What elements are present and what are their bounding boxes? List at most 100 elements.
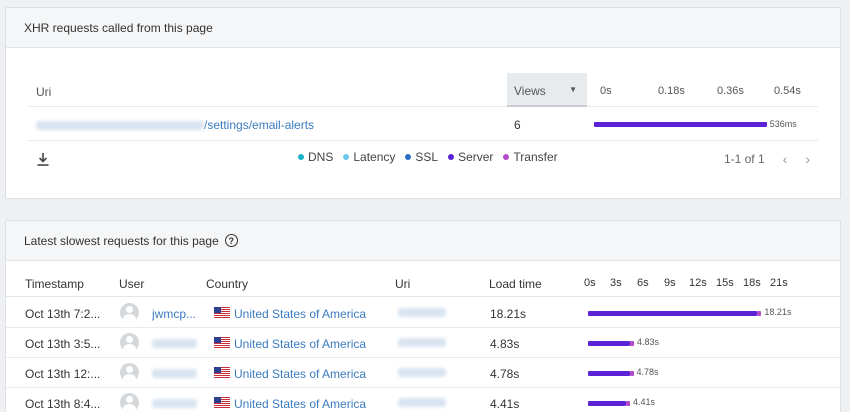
legend-label: SSL: [415, 150, 439, 164]
load-time-cell: 4.83s: [490, 337, 520, 351]
table-row[interactable]: Oct 13th 12:... United States of America 4…: [6, 358, 840, 388]
legend-item: Latency: [343, 150, 395, 164]
timestamp-cell: Oct 13th 3:5...: [25, 337, 101, 351]
axis-tick: 3s: [610, 277, 622, 289]
axis-tick: 6s: [637, 277, 649, 289]
legend-dot-icon: [448, 154, 455, 160]
redacted-user: [152, 369, 197, 378]
transfer-bar: [626, 401, 630, 406]
load-time-cell: 4.41s: [490, 397, 520, 411]
avatar: [120, 333, 139, 352]
country-link[interactable]: United States of America: [234, 367, 366, 381]
redacted-domain: [36, 121, 204, 131]
axis-tick: 0.54s: [774, 85, 801, 97]
us-flag-icon: [214, 307, 230, 318]
load-bar-label: 4.41s: [633, 397, 656, 407]
axis-tick: 0s: [600, 85, 612, 97]
redacted-uri: [398, 338, 446, 347]
pagination-range: 1-1 of 1: [723, 152, 765, 166]
xhr-card-title: XHR requests called from this page: [6, 8, 840, 48]
timestamp-cell: Oct 13th 12:...: [25, 367, 101, 381]
slowest-card-title-bar: Latest slowest requests for this page ?: [6, 221, 840, 261]
timestamp-column-header[interactable]: Timestamp: [25, 277, 84, 291]
legend-item: Transfer: [503, 150, 558, 164]
axis-tick: 9s: [664, 277, 676, 289]
transfer-bar: [630, 341, 634, 346]
legend-label: DNS: [308, 150, 334, 164]
axis-tick: 0.36s: [717, 85, 744, 97]
table-row[interactable]: Oct 13th 7:2... jwmcp... United States of …: [6, 298, 840, 328]
sort-desc-icon[interactable]: ▼: [569, 85, 577, 94]
views-column-header[interactable]: Views ▼: [507, 73, 587, 107]
chevron-right-icon[interactable]: ›: [805, 151, 810, 167]
legend-item: DNS: [298, 150, 333, 164]
legend-dot-icon: [503, 154, 510, 160]
legend-label: Transfer: [513, 150, 558, 164]
legend-label: Latency: [353, 150, 396, 164]
views-value: 6: [514, 118, 521, 132]
slowest-requests-card: Latest slowest requests for this page ? …: [5, 220, 841, 412]
axis-tick: 12s: [689, 277, 707, 289]
timestamp-cell: Oct 13th 7:2...: [25, 307, 101, 321]
xhr-requests-card: XHR requests called from this page Uri V…: [5, 7, 841, 199]
axis-tick: 18s: [743, 277, 761, 289]
uri-column-header[interactable]: Uri: [36, 85, 51, 99]
load-time-column-header[interactable]: Load time: [489, 277, 542, 291]
duration-label: 536ms: [769, 119, 797, 129]
download-icon[interactable]: [36, 151, 50, 167]
redacted-user: [152, 339, 197, 348]
us-flag-icon: [214, 337, 230, 348]
axis-tick: 15s: [716, 277, 734, 289]
views-column-label: Views: [514, 84, 546, 98]
server-bar: [588, 311, 758, 316]
us-flag-icon: [214, 397, 230, 408]
chart-legend: DNS Latency SSL Server Transfer: [298, 150, 558, 164]
axis-tick: 0.18s: [658, 85, 685, 97]
slowest-card-title: Latest slowest requests for this page: [24, 233, 219, 248]
pagination: 1-1 of 1 ‹ ›: [724, 151, 810, 167]
axis-tick: 21s: [770, 277, 788, 289]
country-link[interactable]: United States of America: [234, 337, 366, 351]
xhr-table-header: Uri Views ▼ 0s 0.18s 0.36s 0.54s: [28, 73, 818, 107]
load-bar-label: 4.78s: [636, 367, 659, 377]
us-flag-icon: [214, 367, 230, 378]
table-row[interactable]: /settings/email-alerts 6 536ms: [28, 108, 818, 141]
slowest-table-header: Timestamp User Country Uri Load time 0s …: [6, 269, 840, 297]
server-bar: [588, 401, 626, 406]
redacted-uri: [398, 398, 446, 407]
load-bar-label: 4.83s: [637, 337, 660, 347]
server-bar: [588, 341, 630, 346]
user-link[interactable]: jwmcp...: [152, 307, 196, 321]
legend-dot-icon: [405, 154, 412, 160]
uri-column-header[interactable]: Uri: [395, 277, 410, 291]
load-bar-label: 18.21s: [764, 307, 792, 317]
avatar: [120, 363, 139, 382]
table-row[interactable]: Oct 13th 3:5... United States of America 4…: [6, 328, 840, 358]
redacted-user: [152, 399, 197, 408]
chevron-left-icon[interactable]: ‹: [783, 151, 788, 167]
legend-item: SSL: [405, 150, 438, 164]
transfer-bar: [757, 311, 762, 316]
legend-dot-icon: [298, 154, 304, 160]
user-column-header[interactable]: User: [119, 277, 144, 291]
legend-item: Server: [448, 150, 493, 164]
uri-path: /settings/email-alerts: [204, 118, 315, 132]
redacted-uri: [398, 308, 446, 317]
legend-dot-icon: [343, 154, 350, 160]
transfer-bar: [629, 371, 634, 376]
axis-tick: 0s: [584, 277, 596, 289]
country-column-header[interactable]: Country: [206, 277, 248, 291]
duration-bar: [594, 122, 767, 127]
redacted-uri: [398, 368, 446, 377]
avatar: [120, 393, 139, 412]
country-link[interactable]: United States of America: [234, 307, 366, 321]
country-link[interactable]: United States of America: [234, 397, 366, 411]
table-row[interactable]: Oct 13th 8:4... United States of America 4…: [6, 388, 840, 412]
xhr-table-footer: DNS Latency SSL Server Transfer 1-1 of 1 ‹ ›: [28, 148, 818, 174]
timestamp-cell: Oct 13th 8:4...: [25, 397, 101, 411]
help-icon[interactable]: ?: [224, 234, 238, 247]
uri-link[interactable]: /settings/email-alerts: [36, 118, 314, 132]
legend-label: Server: [458, 150, 494, 164]
avatar: [120, 303, 139, 322]
load-time-cell: 4.78s: [490, 367, 520, 381]
